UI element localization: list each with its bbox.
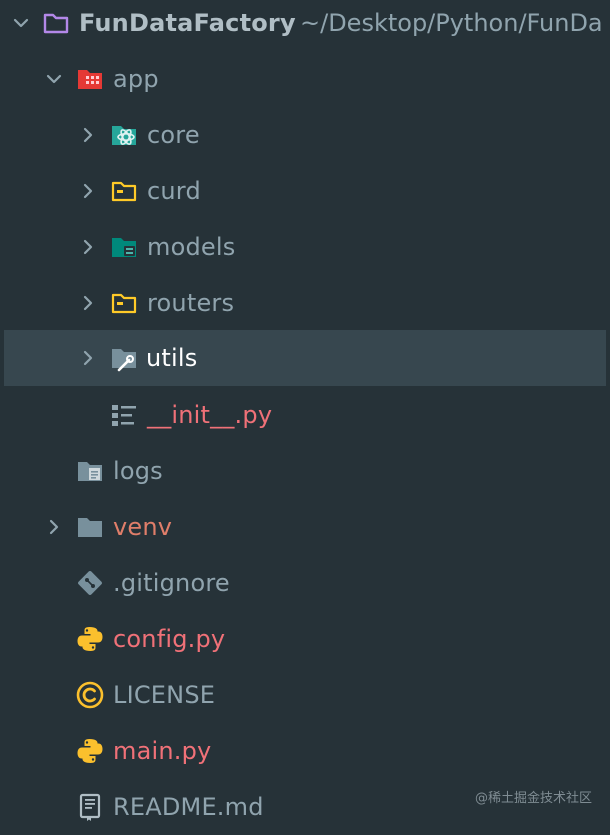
tree-label: models: [147, 233, 236, 261]
core-folder-icon: [112, 126, 136, 145]
git-icon: [78, 571, 102, 595]
chevron-down-icon[interactable]: [12, 14, 30, 32]
chevron-right-icon[interactable]: [79, 294, 97, 312]
tree-row-project-root[interactable]: FunDataFactory ~/Desktop/Python/FunDa: [0, 0, 610, 51]
chevron-right-icon[interactable]: [79, 349, 97, 367]
tree-row-models[interactable]: models: [0, 219, 610, 275]
tree-label: logs: [113, 457, 163, 485]
python-icon: [77, 739, 103, 763]
tree-label: __init__.py: [147, 401, 273, 429]
tree-row-core[interactable]: core: [0, 107, 610, 163]
tree-label: core: [147, 121, 200, 149]
project-path: ~/Desktop/Python/FunDa: [300, 9, 603, 37]
app-folder-icon: [78, 70, 102, 89]
chevron-right-icon[interactable]: [79, 126, 97, 144]
tree-row-init[interactable]: __init__.py: [0, 387, 610, 443]
tree-row-logs[interactable]: logs: [0, 443, 610, 499]
tree-row-license[interactable]: LICENSE: [0, 667, 610, 723]
folder-icon: [78, 518, 102, 537]
tree-row-gitignore[interactable]: .gitignore: [0, 555, 610, 611]
project-name: FunDataFactory: [79, 9, 296, 37]
chevron-right-icon[interactable]: [45, 518, 63, 536]
tree-label: main.py: [113, 737, 212, 765]
tree-row-curd[interactable]: curd: [0, 163, 610, 219]
chevron-down-icon[interactable]: [45, 70, 63, 88]
tree-row-routers[interactable]: routers: [0, 275, 610, 331]
tree-label: utils: [146, 344, 198, 372]
book-icon: [79, 793, 101, 821]
tree-label: .gitignore: [113, 569, 230, 597]
chevron-right-icon[interactable]: [79, 182, 97, 200]
folder-outline-icon: [111, 293, 137, 314]
project-folder-icon: [43, 13, 69, 34]
python-icon: [77, 627, 103, 651]
copyright-icon: [76, 681, 104, 709]
tree-row-config[interactable]: config.py: [0, 611, 610, 667]
folder-outline-icon: [111, 181, 137, 202]
tree-label: LICENSE: [113, 681, 216, 709]
models-folder-icon: [112, 238, 136, 257]
logs-folder-icon: [78, 462, 102, 481]
tree-label: venv: [113, 513, 173, 541]
watermark: @稀土掘金技术社区: [474, 791, 592, 806]
list-file-icon: [112, 405, 136, 426]
project-tree: FunDataFactory ~/Desktop/Python/FunDa ap…: [0, 0, 610, 824]
chevron-right-icon[interactable]: [79, 238, 97, 256]
tree-label: app: [113, 65, 159, 93]
tree-label: routers: [147, 289, 235, 317]
tree-label: curd: [147, 177, 201, 205]
tree-row-main[interactable]: main.py: [0, 723, 610, 779]
tree-row-app[interactable]: app: [0, 51, 610, 107]
tree-label: config.py: [113, 625, 226, 653]
tree-row-venv[interactable]: venv: [0, 499, 610, 555]
tree-row-utils[interactable]: utils: [4, 330, 606, 386]
tree-label: README.md: [113, 793, 264, 821]
utils-folder-icon: [112, 349, 136, 372]
